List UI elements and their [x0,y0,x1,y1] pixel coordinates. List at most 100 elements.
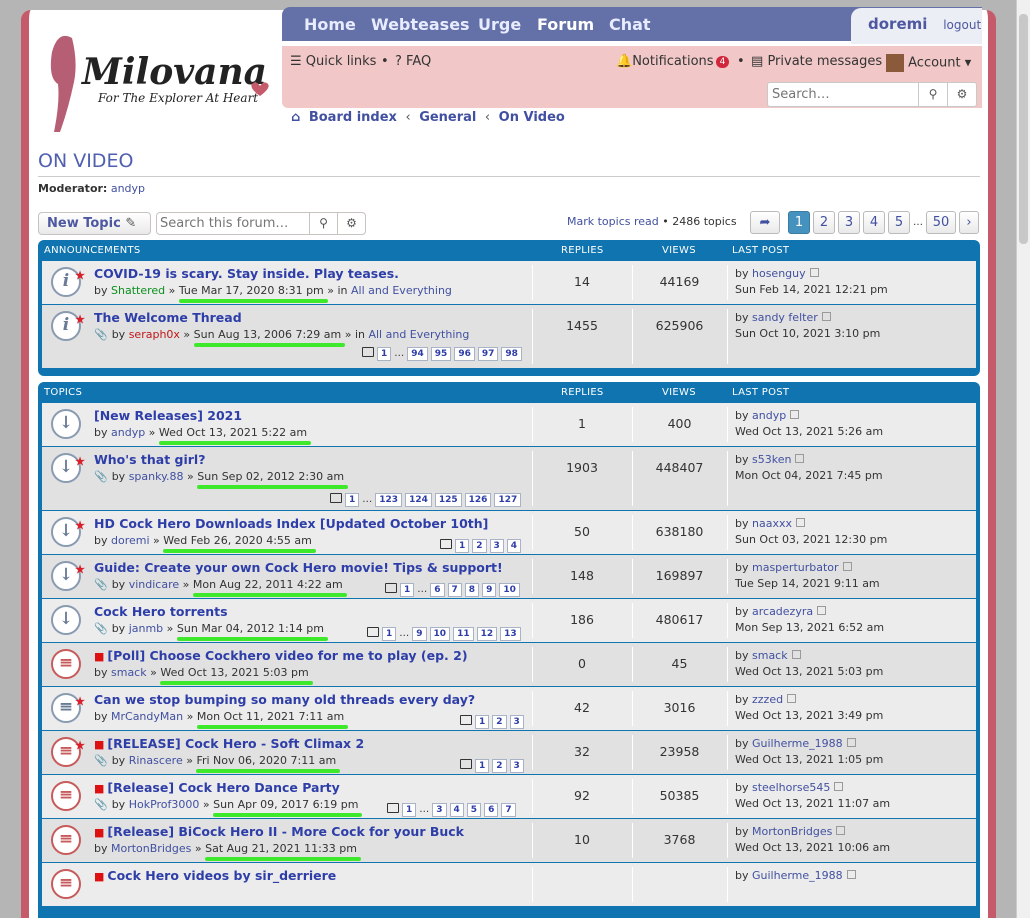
topic-page-link[interactable]: 10 [499,583,520,597]
topic-title-link[interactable]: ■ [RELEASE] Cock Hero - Soft Climax 2 [94,736,364,751]
view-latest-post-icon[interactable] [787,694,797,703]
topic-page-link[interactable]: 1 [400,583,415,597]
topic-title-link[interactable]: Guide: Create your own Cock Hero movie! … [94,560,503,575]
forum-title[interactable]: ON VIDEO [38,150,133,172]
topic-page-link[interactable]: 13 [500,627,521,641]
last-post-author[interactable]: smack [752,649,788,662]
scrollbar-thumb[interactable] [1019,14,1028,244]
scrollbar[interactable] [1016,0,1030,918]
last-post-author[interactable]: hosenguy [752,267,806,280]
search-icon[interactable]: ⚲ [309,213,337,234]
next-page-icon[interactable]: › [959,211,979,234]
topic-page-link[interactable]: 7 [447,583,462,597]
topic-title-link[interactable]: Cock Hero torrents [94,604,228,619]
search-icon[interactable]: ⚲ [918,83,947,106]
site-search-input[interactable] [770,85,918,104]
last-post-author[interactable]: sandy felter [752,311,818,324]
topic-title-link[interactable]: ■ Cock Hero videos by sir_derriere [94,868,336,883]
topic-page-link[interactable]: 6 [484,803,499,817]
nav-webteases[interactable]: Webteases [371,15,470,34]
topic-page-link[interactable]: 1 [475,759,490,773]
private-messages-link[interactable]: ▤ Private messages [751,54,882,69]
breadcrumb-board-index[interactable]: Board index [309,110,397,125]
last-post-author[interactable]: Guilherme_1988 [752,737,843,750]
topic-title-link[interactable]: Can we stop bumping so many old threads … [94,692,475,707]
mark-topics-read-link[interactable]: Mark topics read [567,215,659,228]
nav-chat[interactable]: Chat [609,15,651,34]
author-link[interactable]: vindicare [129,578,179,591]
forum-link[interactable]: All and Everything [351,284,452,297]
view-latest-post-icon[interactable] [836,826,846,835]
forum-link[interactable]: All and Everything [368,328,469,341]
topic-page-link[interactable]: 9 [412,627,427,641]
topic-page-link[interactable]: 2 [492,715,507,729]
author-link[interactable]: MrCandyMan [111,710,183,723]
topic-page-link[interactable]: 8 [464,583,480,597]
topic-page-link[interactable]: 7 [501,803,516,817]
nav-urge[interactable]: Urge [478,15,521,34]
last-post-author[interactable]: andyp [752,409,786,422]
author-link[interactable]: doremi [111,534,150,547]
topic-title-link[interactable]: Who's that girl? [94,452,205,467]
topic-page-link[interactable]: 5 [466,803,482,817]
topic-page-link[interactable]: 2 [492,759,507,773]
last-post-author[interactable]: MortonBridges [752,825,832,838]
view-latest-post-icon[interactable] [846,738,856,747]
account-menu[interactable]: Account ▾ [886,54,971,72]
gear-icon[interactable]: ⚙ [337,213,365,234]
last-post-author[interactable]: steelhorse545 [752,781,830,794]
author-link[interactable]: smack [111,666,147,679]
view-latest-post-icon[interactable] [842,562,852,571]
topic-page-link[interactable]: 3 [489,539,504,553]
quick-links-menu[interactable]: ☰ Quick links [290,54,376,69]
topic-page-link[interactable]: 96 [454,347,475,361]
author-link[interactable]: MortonBridges [111,842,191,855]
logout-link[interactable]: logout [943,18,981,32]
nav-forum[interactable]: Forum [537,15,594,34]
new-topic-button[interactable]: New Topic ✎ [38,212,151,235]
topic-title-link[interactable]: ■ [Poll] Choose Cockhero video for me to … [94,648,468,663]
topic-page-link[interactable]: 98 [501,347,522,361]
moderator-link[interactable]: andyp [111,182,145,195]
topic-page-link[interactable]: 125 [434,493,462,507]
topic-page-link[interactable]: 12 [476,627,498,641]
page-2[interactable]: 2 [813,211,835,234]
topic-title-link[interactable]: [New Releases] 2021 [94,408,242,423]
author-link[interactable]: seraph0x [129,328,180,341]
topic-title-link[interactable]: COVID-19 is scary. Stay inside. Play tea… [94,266,399,281]
topic-page-link[interactable]: 1 [345,493,360,507]
author-link[interactable]: andyp [111,426,145,439]
faq-link[interactable]: ? FAQ [395,54,431,69]
topic-page-link[interactable]: 1 [382,627,397,641]
topic-page-link[interactable]: 3 [509,759,524,773]
view-latest-post-icon[interactable] [821,312,831,321]
last-post-author[interactable]: s53ken [752,453,791,466]
topic-page-link[interactable]: 2 [472,539,487,553]
author-link[interactable]: HokProf3000 [129,798,200,811]
last-post-author[interactable]: zzzed [752,693,783,706]
breadcrumb-general[interactable]: General [419,110,476,125]
last-post-author[interactable]: Guilherme_1988 [752,869,843,882]
topic-page-link[interactable]: 3 [509,715,524,729]
view-latest-post-icon[interactable] [795,454,805,463]
view-latest-post-icon[interactable] [790,410,800,419]
topic-title-link[interactable]: ■ [Release] Cock Hero Dance Party [94,780,340,795]
topic-page-link[interactable]: 1 [455,539,470,553]
topic-page-link[interactable]: 1 [377,347,392,361]
view-latest-post-icon[interactable] [809,268,819,277]
topic-title-link[interactable]: The Welcome Thread [94,310,242,325]
last-post-author[interactable]: masperturbator [752,561,839,574]
topic-page-link[interactable]: 4 [449,803,464,817]
topic-page-link[interactable]: 11 [453,627,474,641]
forum-search-input[interactable] [160,215,305,232]
author-link[interactable]: spanky.88 [129,470,184,483]
view-latest-post-icon[interactable] [846,870,856,879]
author-link[interactable]: Shattered [111,284,165,297]
jump-to-page-icon[interactable]: ➦ [750,211,780,234]
topic-page-link[interactable]: 97 [477,347,499,361]
author-link[interactable]: Rinascere [129,754,183,767]
topic-page-link[interactable]: 1 [475,715,490,729]
username[interactable]: doremi [868,15,927,33]
page-4[interactable]: 4 [863,211,885,234]
page-5[interactable]: 5 [888,211,910,234]
